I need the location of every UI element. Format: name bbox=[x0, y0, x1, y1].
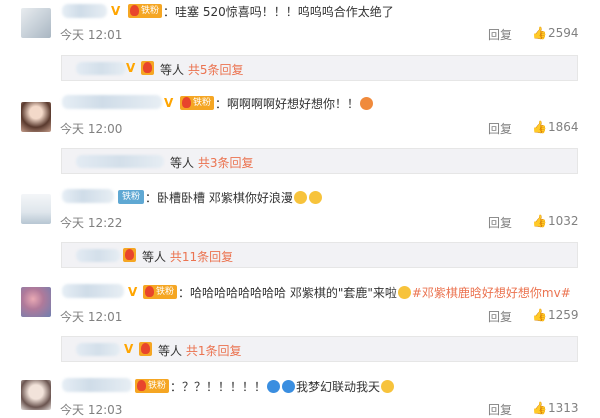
reply-button[interactable]: 回复 bbox=[488, 26, 512, 43]
comment-text: ：哇塞 520惊喜吗！！！呜呜呜合作太绝了 bbox=[163, 5, 394, 19]
sub-replies[interactable]: V 等人 共1条回复 bbox=[61, 336, 578, 362]
avatar[interactable] bbox=[21, 102, 51, 132]
emoji-icon bbox=[308, 191, 322, 204]
emoji-icon bbox=[282, 380, 296, 393]
thumbs-up-icon: 👍 bbox=[532, 26, 547, 40]
sub-replies[interactable]: 等人 共3条回复 bbox=[61, 148, 578, 174]
fan-badge-icon bbox=[139, 342, 152, 356]
reply-button[interactable]: 回复 bbox=[488, 401, 512, 418]
emoji-icon bbox=[360, 97, 374, 110]
comment-time: 今天 12:01 bbox=[60, 310, 123, 324]
comment-time: 今天 12:22 bbox=[60, 216, 123, 230]
avatar[interactable] bbox=[21, 287, 51, 317]
comment-text: ：哈哈哈哈哈哈哈哈 邓紫棋的"套鹿"来啦 #邓紫棋鹿晗好想好想你mv# bbox=[178, 286, 571, 300]
sub-replies[interactable]: V 等人 共5条回复 bbox=[61, 55, 578, 81]
fan-badge-icon: 铁粉 bbox=[128, 4, 163, 18]
fan-badge-icon: 铁粉 bbox=[180, 96, 215, 110]
username[interactable] bbox=[62, 95, 162, 109]
v-badge-icon: V bbox=[111, 4, 121, 18]
sub-reply-prefix: 等人 bbox=[142, 250, 167, 264]
comment-time: 今天 12:01 bbox=[60, 28, 123, 42]
reply-button[interactable]: 回复 bbox=[488, 308, 512, 325]
fan-badge-icon bbox=[141, 61, 154, 75]
v-badge-icon: V bbox=[124, 342, 134, 356]
sub-reply-prefix: 等人 bbox=[158, 344, 183, 358]
comment-time: 今天 12:00 bbox=[60, 122, 123, 136]
sub-replies[interactable]: 等人 共11条回复 bbox=[61, 242, 578, 268]
sub-reply-link[interactable]: 共3条回复 bbox=[198, 156, 254, 170]
v-badge-icon: V bbox=[164, 96, 174, 110]
sub-reply-link[interactable]: 共11条回复 bbox=[170, 250, 233, 264]
sub-reply-prefix: 等人 bbox=[170, 156, 195, 170]
like-button[interactable]: 👍1259 bbox=[532, 308, 579, 322]
like-button[interactable]: 👍1864 bbox=[532, 120, 579, 134]
fan-badge-icon: 铁粉 bbox=[143, 285, 178, 299]
sub-reply-link[interactable]: 共5条回复 bbox=[188, 63, 244, 77]
emoji-icon bbox=[381, 380, 395, 393]
thumbs-up-icon: 👍 bbox=[532, 401, 547, 415]
thumbs-up-icon: 👍 bbox=[532, 120, 547, 134]
avatar[interactable] bbox=[21, 8, 51, 38]
v-badge-icon: V bbox=[128, 285, 138, 299]
sub-reply-link[interactable]: 共1条回复 bbox=[186, 344, 242, 358]
comment-text: ：？？！！！！！ 我梦幻联动我天 bbox=[170, 379, 395, 395]
like-button[interactable]: 👍2594 bbox=[532, 26, 579, 40]
emoji-icon bbox=[267, 380, 281, 393]
topic-link[interactable]: #邓紫棋鹿晗好想好想你mv# bbox=[412, 286, 571, 300]
emoji-icon bbox=[397, 286, 411, 299]
avatar[interactable] bbox=[21, 380, 51, 410]
comment-text: ：啊啊啊啊好想好想你！！ bbox=[215, 96, 374, 112]
emoji-icon bbox=[293, 191, 307, 204]
username[interactable] bbox=[62, 4, 107, 18]
fan-badge-icon bbox=[123, 248, 136, 262]
comment-time: 今天 12:03 bbox=[60, 403, 123, 417]
fan-badge-icon: 铁粉 bbox=[118, 190, 145, 204]
like-button[interactable]: 👍1313 bbox=[532, 401, 579, 415]
sub-reply-prefix: 等人 bbox=[160, 63, 185, 77]
username[interactable] bbox=[62, 378, 132, 392]
avatar[interactable] bbox=[21, 194, 51, 224]
thumbs-up-icon: 👍 bbox=[532, 308, 547, 322]
username[interactable] bbox=[62, 189, 114, 203]
reply-button[interactable]: 回复 bbox=[488, 214, 512, 231]
username[interactable] bbox=[62, 284, 124, 298]
like-button[interactable]: 👍1032 bbox=[532, 214, 579, 228]
thumbs-up-icon: 👍 bbox=[532, 214, 547, 228]
fan-badge-icon: 铁粉 bbox=[135, 379, 170, 393]
reply-button[interactable]: 回复 bbox=[488, 120, 512, 137]
v-badge-icon: V bbox=[126, 61, 136, 75]
comment-text: ：卧槽卧槽 邓紫棋你好浪漫 bbox=[145, 190, 323, 206]
